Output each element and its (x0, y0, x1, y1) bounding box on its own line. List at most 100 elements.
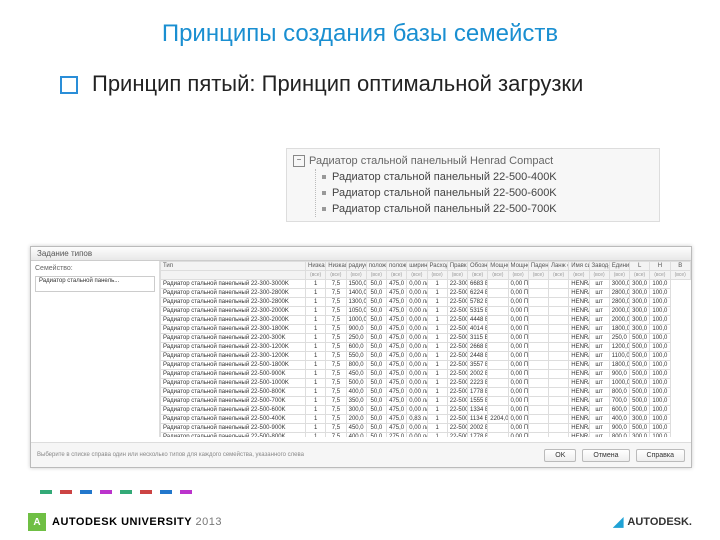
table-cell (549, 370, 569, 379)
table-cell: 1 (427, 298, 447, 307)
col-header[interactable]: Низкая детализация_1 (306, 262, 326, 271)
col-header[interactable]: Тип (161, 262, 306, 271)
col-header[interactable]: Единица измерения (609, 262, 629, 271)
table-cell: 500,0 (630, 388, 650, 397)
units-cell[interactable]: (все) (569, 271, 589, 280)
table-cell: 1 (427, 325, 447, 334)
table-row[interactable]: Радиатор стальной панельный 22-300-2800K… (161, 289, 691, 298)
table-cell: 22-500-26 (447, 298, 467, 307)
table-cell: 550,0 (346, 352, 366, 361)
units-cell[interactable]: (все) (346, 271, 366, 280)
table-cell: 1050,0 (346, 307, 366, 316)
col-header[interactable]: ширина вен. (407, 262, 427, 271)
units-cell[interactable]: (все) (508, 271, 528, 280)
units-cell[interactable]: (все) (407, 271, 427, 280)
table-cell: 22-500-20 (447, 316, 467, 325)
col-header[interactable]: Падение давления (528, 262, 548, 271)
units-cell[interactable]: (все) (447, 271, 467, 280)
table-cell: 22-500-90 (447, 424, 467, 433)
table-cell: 300,0 (630, 433, 650, 438)
table-cell: 1 (427, 433, 447, 438)
tree-child[interactable]: Радиатор стальной панельный 22-500-600K (332, 187, 557, 199)
table-row[interactable]: Радиатор стальной панельный 22-300-2000K… (161, 316, 691, 325)
col-header[interactable]: B (670, 262, 691, 271)
units-cell[interactable]: (все) (306, 271, 326, 280)
table-cell: 1134 Вт (468, 415, 488, 424)
units-cell[interactable]: (все) (366, 271, 386, 280)
cancel-button[interactable]: Отмена (582, 449, 629, 462)
ok-button[interactable]: OK (544, 449, 576, 462)
table-cell: HENRAD (569, 415, 589, 424)
table-cell: шт (589, 415, 609, 424)
col-header[interactable]: Низкая детализация_2 (326, 262, 346, 271)
col-header[interactable]: L (630, 262, 650, 271)
table-cell: 1000,0 (609, 379, 629, 388)
table-cell: шт (589, 343, 609, 352)
table-row[interactable]: Радиатор стальной панельный 22-300-2800K… (161, 298, 691, 307)
dialog-title: Задание типов (31, 247, 691, 261)
col-header[interactable]: Расход (427, 262, 447, 271)
table-row[interactable]: Радиатор стальной панельный 22-500-1800K… (161, 361, 691, 370)
units-cell[interactable]: (все) (630, 271, 650, 280)
table-cell: шт (589, 379, 609, 388)
table-row[interactable]: Радиатор стальной панельный 22-500-800K1… (161, 433, 691, 438)
col-header[interactable]: радиус подключения (346, 262, 366, 271)
units-cell[interactable]: (все) (609, 271, 629, 280)
table-cell: 5315 Вт (468, 307, 488, 316)
table-cell (549, 325, 569, 334)
col-header[interactable]: Завод-изготовитель (589, 262, 609, 271)
table-row[interactable]: Радиатор стальной панельный 22-500-800K1… (161, 388, 691, 397)
bullet-marker-icon (60, 76, 78, 94)
tree-child[interactable]: Радиатор стальной панельный 22-500-700K (332, 203, 557, 215)
types-table-wrap[interactable]: ТипНизкая детализация_1Низкая детализаци… (160, 261, 691, 437)
col-header[interactable]: Мощность прибора при норм. (488, 262, 508, 271)
table-row[interactable]: Радиатор стальной панельный 22-300-3000K… (161, 280, 691, 289)
units-cell[interactable]: (все) (670, 271, 691, 280)
au-badge-icon: A (28, 513, 46, 531)
table-cell: шт (589, 352, 609, 361)
table-cell: 1 (427, 343, 447, 352)
col-header[interactable]: положение_B (387, 262, 407, 271)
col-header[interactable]: H (650, 262, 670, 271)
col-header[interactable]: Ланж окно (549, 262, 569, 271)
table-cell: 1 (427, 370, 447, 379)
table-row[interactable]: Радиатор стальной панельный 22-500-400K1… (161, 415, 691, 424)
tree-child[interactable]: Радиатор стальной панельный 22-500-400K (332, 171, 557, 183)
units-cell[interactable]: (все) (387, 271, 407, 280)
table-row[interactable]: Радиатор стальной панельный 22-500-900K1… (161, 370, 691, 379)
table-cell: 22-500-70 (447, 397, 467, 406)
col-header[interactable]: Имя системы (569, 262, 589, 271)
units-cell[interactable]: (все) (488, 271, 508, 280)
table-cell (528, 370, 548, 379)
col-header[interactable]: положение_L (366, 262, 386, 271)
help-button[interactable]: Справка (636, 449, 685, 462)
tree-collapse-icon[interactable]: − (293, 155, 305, 167)
col-header[interactable]: Правка системы (447, 262, 467, 271)
table-row[interactable]: Радиатор стальной панельный 22-300-1200K… (161, 352, 691, 361)
units-cell[interactable]: (все) (427, 271, 447, 280)
au-year: 2013 (195, 516, 221, 528)
col-header[interactable]: Обозначение для марки (468, 262, 488, 271)
table-row[interactable]: Радиатор стальной панельный 22-300-2000K… (161, 307, 691, 316)
units-cell[interactable]: (все) (549, 271, 569, 280)
table-cell: Радиатор стальной панельный 22-300-2800K (161, 298, 306, 307)
table-cell: шт (589, 370, 609, 379)
units-cell[interactable]: (все) (468, 271, 488, 280)
table-row[interactable]: Радиатор стальной панельный 22-200-300K1… (161, 334, 691, 343)
tree-parent[interactable]: Радиатор стальной панельный Henrad Compa… (309, 155, 553, 167)
table-row[interactable]: Радиатор стальной панельный 22-300-1200K… (161, 343, 691, 352)
col-header[interactable]: Мощность прибора (508, 262, 528, 271)
table-cell (488, 280, 508, 289)
table-row[interactable]: Радиатор стальной панельный 22-500-700K1… (161, 397, 691, 406)
family-select[interactable]: Радиатор стальной панель... (35, 276, 155, 292)
units-cell[interactable]: (все) (528, 271, 548, 280)
table-row[interactable]: Радиатор стальной панельный 22-300-1800K… (161, 325, 691, 334)
units-cell[interactable]: (все) (650, 271, 670, 280)
table-row[interactable]: Радиатор стальной панельный 22-500-600K1… (161, 406, 691, 415)
table-row[interactable]: Радиатор стальной панельный 22-500-900K1… (161, 424, 691, 433)
units-cell[interactable]: (все) (326, 271, 346, 280)
table-row[interactable]: Радиатор стальной панельный 22-500-1000K… (161, 379, 691, 388)
table-cell (528, 334, 548, 343)
units-cell[interactable]: (все) (589, 271, 609, 280)
table-cell: 400,0 (609, 415, 629, 424)
